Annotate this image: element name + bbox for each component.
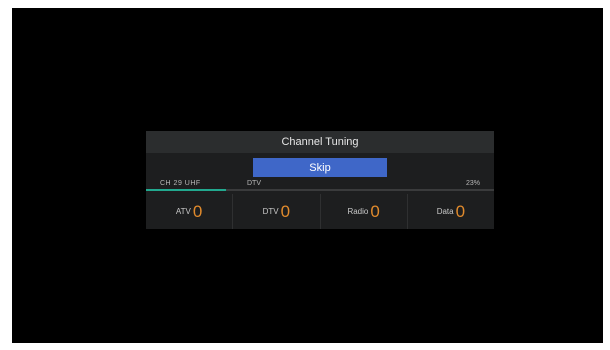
dialog-title: Channel Tuning: [146, 131, 494, 153]
count-value: 0: [455, 202, 466, 221]
count-label: Radio: [347, 207, 369, 216]
progress-bar: [146, 189, 494, 191]
signal-type-label: DTV: [247, 180, 261, 187]
counts-row: ATV 0 DTV 0 Radio 0 Data 0: [146, 194, 494, 229]
count-data: Data 0: [408, 194, 494, 229]
progress-fill: [146, 189, 227, 191]
count-value: 0: [370, 202, 380, 221]
count-label: Data: [436, 207, 454, 216]
tv-screen: Channel Tuning Skip CH 29 UHF DTV 23% AT…: [12, 8, 603, 343]
count-value: 0: [280, 202, 291, 221]
channel-label: CH 29 UHF: [160, 180, 201, 187]
count-atv: ATV 0: [146, 194, 234, 229]
count-radio: Radio 0: [321, 194, 408, 229]
skip-button[interactable]: Skip: [253, 158, 387, 177]
progress-percent: 23%: [465, 180, 480, 187]
channel-tuning-dialog: Channel Tuning Skip CH 29 UHF DTV 23% AT…: [146, 131, 494, 229]
count-value: 0: [192, 202, 203, 221]
count-dtv: DTV 0: [233, 194, 321, 229]
count-label: ATV: [175, 207, 191, 216]
count-label: DTV: [262, 207, 279, 216]
